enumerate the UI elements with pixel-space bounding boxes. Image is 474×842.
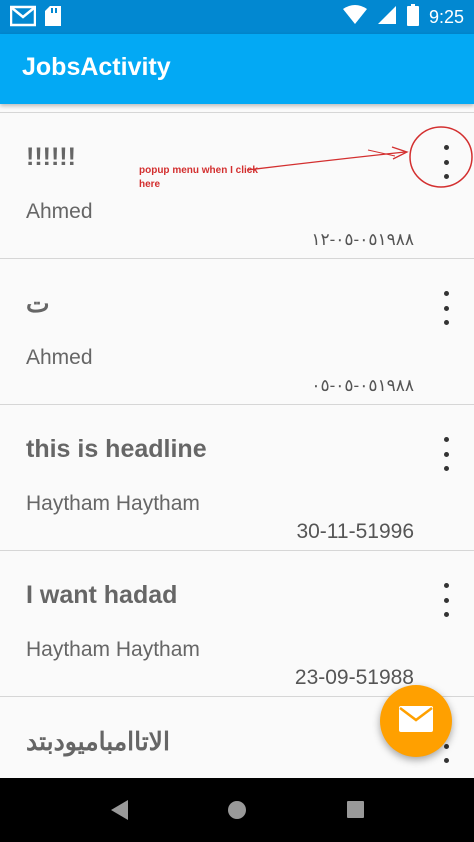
status-right-icons: 9:25 [342,4,464,30]
status-bar: 9:25 [0,0,474,34]
back-icon[interactable] [108,798,130,826]
job-title: I want hadad [26,581,178,609]
job-author: Haytham Haytham [26,638,200,661]
home-icon[interactable] [226,798,248,826]
job-author: Ahmed [26,346,93,369]
battery-icon [406,4,419,30]
job-author: Ahmed [26,200,93,223]
more-vert-icon[interactable] [434,583,458,617]
job-title: this is headline [26,435,207,463]
sd-card-icon [44,5,62,31]
more-vert-icon[interactable] [434,437,458,471]
job-author: Haytham Haytham [26,492,200,515]
jobs-list: !!!!!! Ahmed ٠٥١٩٨٨-٠٥-١٢ ت Ahmed ٠٥١٩٨٨… [0,104,474,778]
annotation-text: popup menu when I click here [139,165,258,190]
recents-icon[interactable] [346,798,366,826]
job-date: ٠٥١٩٨٨-٠٥-١٢ [311,230,414,249]
signal-icon [377,5,397,29]
job-title: الاتاامباميودبتد [26,728,170,756]
wifi-icon [342,5,367,29]
job-row[interactable]: I want hadad Haytham Haytham 23-09-51988 [0,550,474,697]
app-bar: JobsActivity [0,34,474,104]
status-time: 9:25 [428,6,464,27]
app-title: JobsActivity [22,53,171,81]
job-row[interactable]: this is headline Haytham Haytham 30-11-5… [0,404,474,551]
compose-fab[interactable] [380,685,452,757]
status-left-icons [9,5,62,31]
navigation-bar [0,778,474,842]
job-date: 30-11-51996 [296,520,414,543]
job-title: ت [26,290,50,318]
job-date: 23-09-51988 [294,666,414,689]
email-icon [399,706,433,736]
job-title: !!!!!! [26,143,76,171]
more-vert-icon[interactable] [434,145,458,179]
more-vert-icon[interactable] [434,291,458,325]
gmail-icon [9,5,37,31]
job-date: ٠٥١٩٨٨-٠٥-٠٥ [311,376,414,395]
job-row[interactable]: ت Ahmed ٠٥١٩٨٨-٠٥-٠٥ [0,258,474,405]
